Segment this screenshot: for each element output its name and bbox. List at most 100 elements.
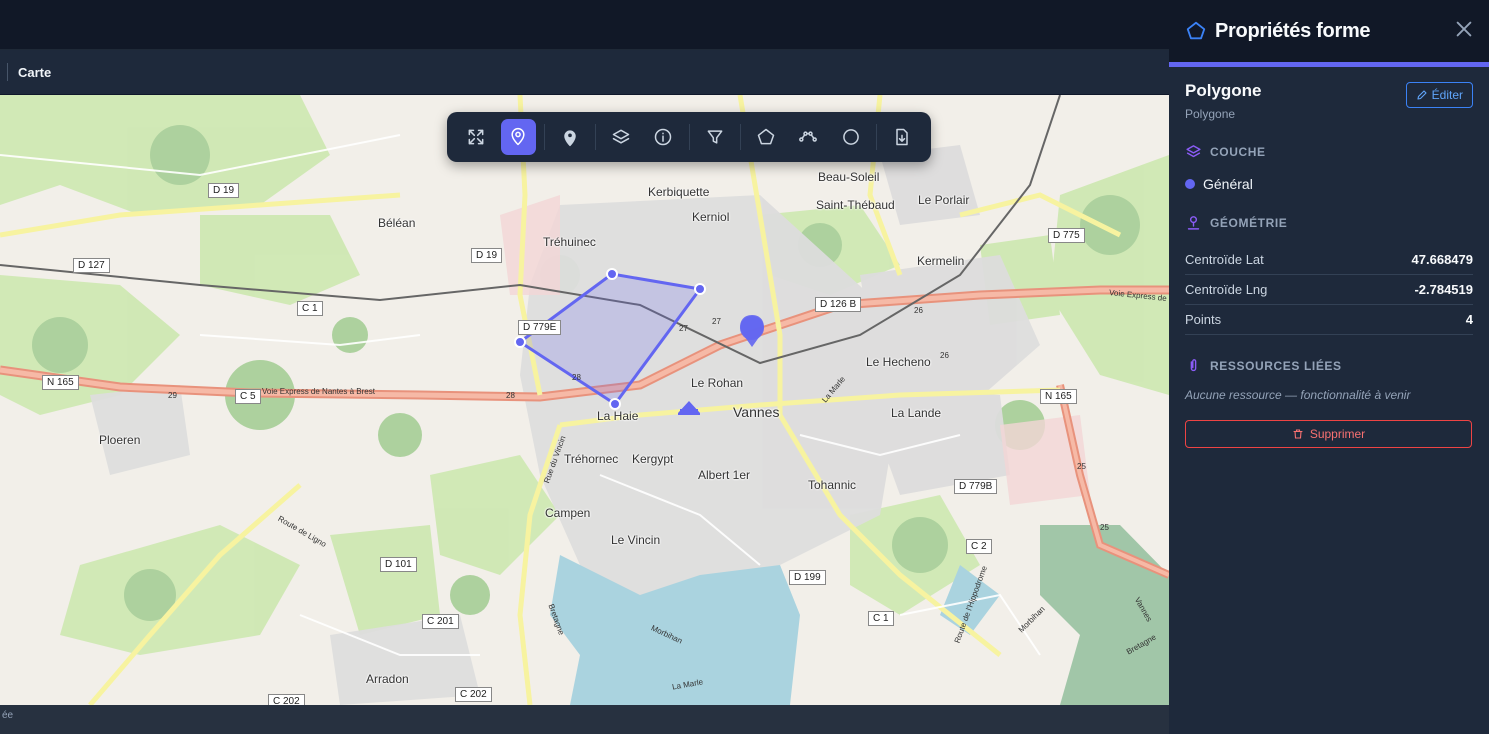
road-label: C 2: [966, 539, 992, 554]
place-label: Ploeren: [99, 433, 141, 447]
km-mark: 26: [914, 306, 923, 315]
map-toolbar: [447, 112, 931, 162]
road-label: C 1: [868, 611, 894, 626]
app-root: Carte Béléan Tréhuinec Kerbiquette Kerni…: [0, 0, 1489, 734]
geometry-section-heading: GÉOMÉTRIE: [1185, 214, 1473, 231]
road-label: C 1: [297, 301, 323, 316]
layer-section-heading: COUCHE: [1185, 143, 1473, 160]
panel-title: Propriétés forme: [1215, 19, 1371, 42]
section-title: Carte: [18, 64, 52, 80]
info-button[interactable]: [646, 119, 680, 155]
map-base-layer: [0, 95, 1169, 705]
draw-polyline-button[interactable]: [791, 119, 825, 155]
shape-summary: Polygone Polygone Éditer: [1185, 81, 1473, 121]
filter-icon: [707, 130, 723, 144]
road-label: D 126 B: [815, 297, 862, 312]
toolbar-divider: [543, 124, 545, 150]
circle-icon: [842, 129, 859, 145]
place-label: Le Porlair: [918, 193, 970, 207]
resources-empty-text: Aucune ressource — fonctionnalité à veni…: [1185, 388, 1411, 402]
place-label: Tréhornec: [564, 452, 619, 466]
user-pin-icon: [1187, 216, 1200, 230]
geometry-label: Centroïde Lat: [1185, 252, 1264, 267]
close-icon[interactable]: [1453, 18, 1475, 40]
marker-icon: [564, 130, 576, 147]
road-label: D 19: [471, 248, 503, 263]
header-divider: [7, 63, 8, 81]
layers-icon: [1186, 145, 1201, 158]
place-label: Kerniol: [692, 210, 730, 224]
road-label: D 101: [380, 557, 417, 572]
map-attribution[interactable]: ée: [0, 705, 1169, 734]
delete-button[interactable]: Supprimer: [1185, 420, 1472, 448]
export-file-icon: [896, 128, 908, 146]
polyline-icon: [799, 131, 818, 142]
place-label: Beau-Soleil: [818, 170, 880, 184]
properties-panel: Propriétés forme Polygone Polygone Édite…: [1169, 0, 1489, 734]
edit-button[interactable]: Éditer: [1405, 82, 1473, 108]
road-label: C 5: [235, 389, 261, 404]
road-name: Voie Express de Nantes à Brest: [262, 387, 375, 396]
layer-name: Général: [1203, 176, 1253, 192]
draw-polygon-button[interactable]: [749, 119, 783, 155]
place-label: Arradon: [366, 672, 409, 686]
polygon-icon: [1186, 21, 1206, 40]
place-label: Vannes: [733, 404, 780, 420]
geometry-row-lat: Centroïde Lat 47.668479: [1185, 245, 1473, 275]
place-label: Kergypt: [632, 452, 674, 466]
place-label: Le Hecheno: [866, 355, 931, 369]
road-label: N 165: [42, 375, 79, 390]
place-label: Campen: [545, 506, 591, 520]
fullscreen-button[interactable]: [459, 119, 493, 155]
km-mark: 27: [712, 317, 721, 326]
km-mark: 25: [1100, 523, 1109, 532]
road-label: C 202: [268, 694, 305, 705]
toolbar-divider: [875, 124, 877, 150]
fullscreen-icon: [468, 129, 484, 145]
road-label: N 165: [1040, 389, 1077, 404]
road-label: C 202: [455, 687, 492, 702]
road-label: D 127: [73, 258, 110, 273]
trash-icon: [1293, 429, 1303, 439]
draw-circle-button[interactable]: [833, 119, 867, 155]
road-label: C 201: [422, 614, 459, 629]
place-label: Saint-Thébaud: [816, 198, 895, 212]
place-label: Béléan: [378, 216, 416, 230]
place-label: Tréhuinec: [543, 235, 596, 249]
shape-name: Polygone: [1185, 81, 1262, 100]
location-pin-button[interactable]: [501, 119, 536, 155]
place-label: Tohannic: [808, 478, 857, 492]
layer-row: Général: [1185, 176, 1473, 192]
delete-label: Supprimer: [1309, 427, 1366, 441]
geometry-value: 47.668479: [1411, 252, 1473, 267]
panel-header: Propriétés forme: [1169, 0, 1489, 62]
toolbar-divider: [688, 124, 690, 150]
panel-body: Polygone Polygone Éditer COUCHE Général …: [1169, 67, 1489, 462]
marker-button[interactable]: [553, 119, 587, 155]
toolbar-divider: [594, 124, 596, 150]
layer-heading: COUCHE: [1210, 144, 1266, 159]
geometry-heading: GÉOMÉTRIE: [1210, 215, 1288, 230]
geometry-label: Centroïde Lng: [1185, 282, 1268, 297]
polygon-icon: [757, 128, 775, 145]
filter-button[interactable]: [698, 119, 732, 155]
map-canvas[interactable]: Béléan Tréhuinec Kerbiquette Kerniol Bea…: [0, 95, 1169, 705]
geometry-value: 4: [1465, 312, 1473, 327]
km-mark: 27: [679, 324, 688, 333]
place-label: Kerbiquette: [648, 185, 710, 199]
export-button[interactable]: [885, 119, 919, 155]
geometry-row-lng: Centroïde Lng -2.784519: [1185, 275, 1473, 305]
info-icon: [655, 128, 672, 146]
km-mark: 28: [506, 391, 515, 400]
layers-button[interactable]: [604, 119, 638, 155]
edit-label: Éditer: [1431, 88, 1463, 102]
sub-header: Carte: [0, 50, 1169, 95]
km-mark: 29: [168, 391, 177, 400]
location-pin-icon: [511, 127, 526, 146]
place-label: La Haie: [597, 409, 639, 423]
top-bar: [0, 0, 1169, 50]
geometry-row-points: Points 4: [1185, 305, 1473, 335]
paperclip-icon: [1190, 359, 1197, 372]
km-mark: 25: [1077, 462, 1086, 471]
km-mark: 26: [940, 351, 949, 360]
